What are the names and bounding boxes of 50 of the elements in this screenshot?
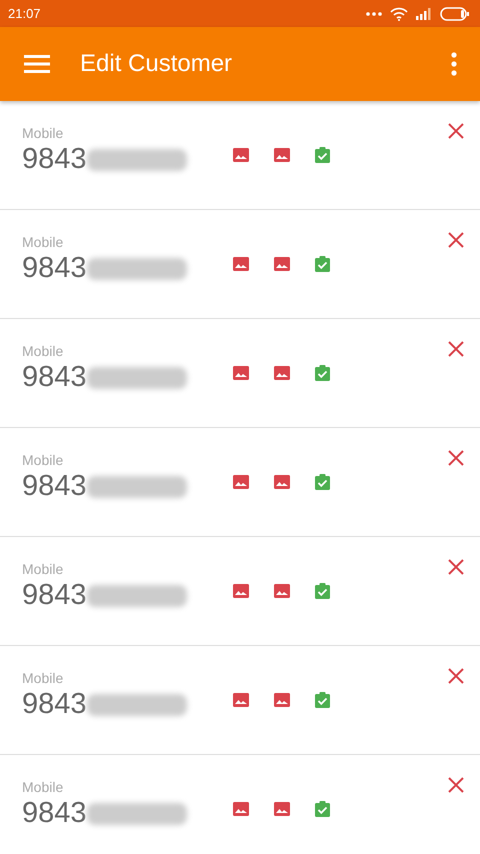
wifi-icon [390, 6, 408, 20]
remove-icon[interactable] [448, 777, 464, 793]
image-icon[interactable] [274, 693, 290, 707]
dots-icon [366, 10, 382, 16]
field-label: Mobile [22, 234, 64, 250]
clipboard-check-icon[interactable] [315, 147, 330, 163]
clipboard-check-icon[interactable] [315, 801, 330, 817]
remove-icon[interactable] [448, 232, 464, 248]
image-icon[interactable] [233, 584, 249, 598]
field-label: Mobile [22, 561, 64, 577]
screen-title: Edit Customer [80, 50, 234, 78]
clipboard-check-icon[interactable] [315, 365, 330, 381]
image-icon[interactable] [233, 366, 249, 380]
image-icon[interactable] [274, 802, 290, 816]
remove-icon[interactable] [448, 450, 464, 466]
more-icon[interactable] [450, 52, 458, 76]
phone-number[interactable]: 9843 [22, 797, 87, 830]
battery-icon [440, 6, 470, 20]
field-label: Mobile [22, 343, 64, 359]
image-icon[interactable] [274, 257, 290, 271]
phone-number[interactable]: 9843 [22, 143, 87, 176]
image-icon[interactable] [274, 584, 290, 598]
image-icon[interactable] [233, 802, 249, 816]
signal-icon [416, 8, 432, 20]
field-label: Mobile [22, 125, 64, 141]
remove-icon[interactable] [448, 559, 464, 575]
phone-number[interactable]: 9843 [22, 579, 87, 612]
field-label: Mobile [22, 779, 64, 795]
clipboard-check-icon[interactable] [315, 256, 330, 272]
remove-icon[interactable] [448, 668, 464, 684]
image-icon[interactable] [233, 693, 249, 707]
image-icon[interactable] [274, 475, 290, 489]
clipboard-check-icon[interactable] [315, 583, 330, 599]
image-icon[interactable] [274, 366, 290, 380]
phone-number[interactable]: 9843 [22, 252, 87, 285]
phone-number[interactable]: 9843 [22, 361, 87, 394]
status-time: 21:07 [8, 6, 41, 21]
clipboard-check-icon[interactable] [315, 474, 330, 490]
clipboard-check-icon[interactable] [315, 692, 330, 708]
image-icon[interactable] [233, 148, 249, 162]
field-label: Mobile [22, 670, 64, 686]
remove-icon[interactable] [448, 123, 464, 139]
phone-number[interactable]: 9843 [22, 470, 87, 503]
menu-icon[interactable] [24, 54, 50, 74]
phone-number[interactable]: 9843 [22, 688, 87, 721]
image-icon[interactable] [274, 148, 290, 162]
remove-icon[interactable] [448, 341, 464, 357]
field-label: Mobile [22, 452, 64, 468]
image-icon[interactable] [233, 257, 249, 271]
image-icon[interactable] [233, 475, 249, 489]
